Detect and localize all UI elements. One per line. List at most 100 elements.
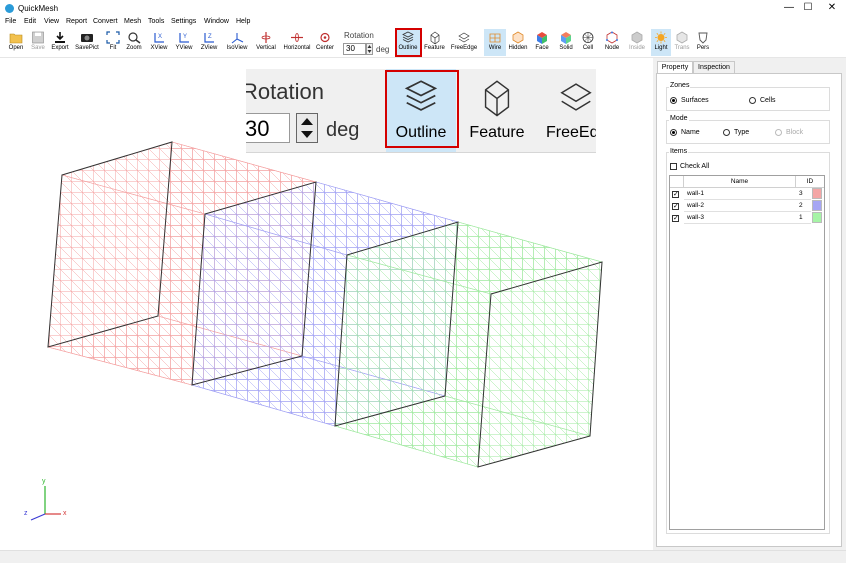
feature-button[interactable]: Feature <box>423 29 446 56</box>
menu-window[interactable]: Window <box>204 18 229 25</box>
zoom-rotation-input: 30 <box>246 113 290 143</box>
zones-title: Zones <box>669 82 691 89</box>
name-radio[interactable] <box>670 129 677 136</box>
row-name: wall-3 <box>684 212 796 224</box>
save-button[interactable]: Save <box>28 29 48 56</box>
row-checkbox[interactable]: ✓ <box>672 203 679 210</box>
maximize-button[interactable]: ☐ <box>799 2 817 14</box>
node-button[interactable]: Node <box>602 29 622 56</box>
hidden-button[interactable]: Hidden <box>507 29 529 56</box>
block-radio[interactable] <box>775 129 782 136</box>
table-header-id[interactable]: ID <box>796 176 824 188</box>
pers-button[interactable]: Pers <box>694 29 712 56</box>
axis-y-label: y <box>42 478 46 485</box>
inside-button[interactable]: Inside <box>626 29 648 56</box>
zoom-outline-highlight-box <box>385 70 459 148</box>
app-logo-icon <box>5 4 14 13</box>
horizontal-button[interactable]: Horizontal <box>282 29 312 56</box>
menu-convert[interactable]: Convert <box>93 18 118 25</box>
toolbar: Open Save Export SavePict Fit Zoom X XVi… <box>0 28 846 58</box>
zoom-rotation-unit: deg <box>326 119 360 141</box>
wire-icon <box>489 33 501 43</box>
name-label: Name <box>681 129 700 136</box>
row-name: wall-2 <box>684 200 796 212</box>
menu-bar: File Edit View Report Convert Mesh Tools… <box>0 17 846 28</box>
menu-file[interactable]: File <box>5 18 16 25</box>
menu-report[interactable]: Report <box>66 18 87 25</box>
row-id: 1 <box>796 212 811 224</box>
zoom-feature-icon <box>484 80 510 117</box>
solid-icon <box>561 32 571 44</box>
light-icon <box>655 31 667 44</box>
zview-button[interactable]: Z ZView <box>199 29 219 56</box>
camera-icon <box>81 34 93 42</box>
row-name: wall-1 <box>684 188 796 200</box>
row-color-swatch[interactable] <box>812 188 822 199</box>
zoom-icon <box>128 32 141 44</box>
menu-settings[interactable]: Settings <box>171 18 196 25</box>
face-button[interactable]: Face <box>531 29 553 56</box>
wire-button[interactable]: Wire <box>484 29 506 56</box>
type-label: Type <box>734 129 750 136</box>
export-button[interactable]: Export <box>49 29 71 56</box>
menu-tools[interactable]: Tools <box>148 18 164 25</box>
axis-z-label: z <box>24 510 28 517</box>
rotation-input[interactable]: 30 <box>343 43 366 55</box>
zoom-feature-button: Feature <box>464 69 530 152</box>
folder-icon <box>9 33 23 44</box>
face-icon <box>537 32 547 44</box>
feature-icon <box>430 31 439 44</box>
row-color-swatch[interactable] <box>812 212 822 223</box>
pers-icon <box>698 32 708 44</box>
rotation-spinner[interactable] <box>366 43 373 55</box>
menu-mesh[interactable]: Mesh <box>124 18 141 25</box>
zoom-freeedge-icon <box>560 83 592 111</box>
open-button[interactable]: Open <box>5 29 27 56</box>
row-checkbox[interactable]: ✓ <box>672 215 679 222</box>
type-radio[interactable] <box>723 129 730 136</box>
cells-label: Cells <box>760 97 776 104</box>
center-button[interactable]: Center <box>314 29 336 56</box>
isoview-icon <box>231 33 244 44</box>
menu-view[interactable]: View <box>44 18 59 25</box>
yview-button[interactable]: Y YView <box>174 29 194 56</box>
minimize-button[interactable]: — <box>780 2 798 14</box>
close-button[interactable]: ✕ <box>823 2 841 14</box>
fit-button[interactable]: Fit <box>104 29 122 56</box>
zoom-spinner-arrows-icon <box>301 118 313 138</box>
light-button[interactable]: Light <box>651 29 671 56</box>
trans-button[interactable]: Trans <box>672 29 692 56</box>
row-color-swatch[interactable] <box>812 200 822 211</box>
solid-button[interactable]: Solid <box>555 29 577 56</box>
vertical-icon <box>261 32 271 43</box>
menu-help[interactable]: Help <box>236 18 250 25</box>
row-checkbox[interactable]: ✓ <box>672 191 679 198</box>
savepict-button[interactable]: SavePict <box>74 29 100 56</box>
tab-inspection[interactable]: Inspection <box>693 61 735 73</box>
isoview-button[interactable]: IsoView <box>225 29 249 56</box>
axis-triad <box>30 486 61 521</box>
freeedge-button[interactable]: FreeEdge <box>450 29 478 56</box>
cell-icon <box>582 32 594 43</box>
menu-edit[interactable]: Edit <box>24 18 36 25</box>
items-table: Name ID ✓ wall-1 3 ✓ wall-2 2 ✓ wall-3 1 <box>669 175 825 530</box>
table-header-name[interactable]: Name <box>684 176 796 188</box>
xview-button[interactable]: X XView <box>149 29 169 56</box>
cells-radio[interactable] <box>749 97 756 104</box>
zview-icon: Z <box>204 33 214 43</box>
status-bar <box>0 550 846 563</box>
freeedge-icon <box>458 32 470 43</box>
cell-button[interactable]: Cell <box>578 29 598 56</box>
zoom-rotation-label: Rotation <box>246 79 324 104</box>
check-all-label: Check All <box>680 163 710 170</box>
surfaces-radio[interactable] <box>670 97 677 104</box>
xview-icon: X <box>154 33 164 43</box>
fit-icon <box>106 31 120 44</box>
vertical-button[interactable]: Vertical <box>253 29 279 56</box>
zoom-button[interactable]: Zoom <box>124 29 144 56</box>
check-all-checkbox[interactable] <box>670 163 677 170</box>
tab-property[interactable]: Property <box>657 61 693 73</box>
zoom-feature-label: Feature <box>469 124 525 141</box>
trans-icon <box>676 31 688 44</box>
save-icon <box>32 31 44 44</box>
